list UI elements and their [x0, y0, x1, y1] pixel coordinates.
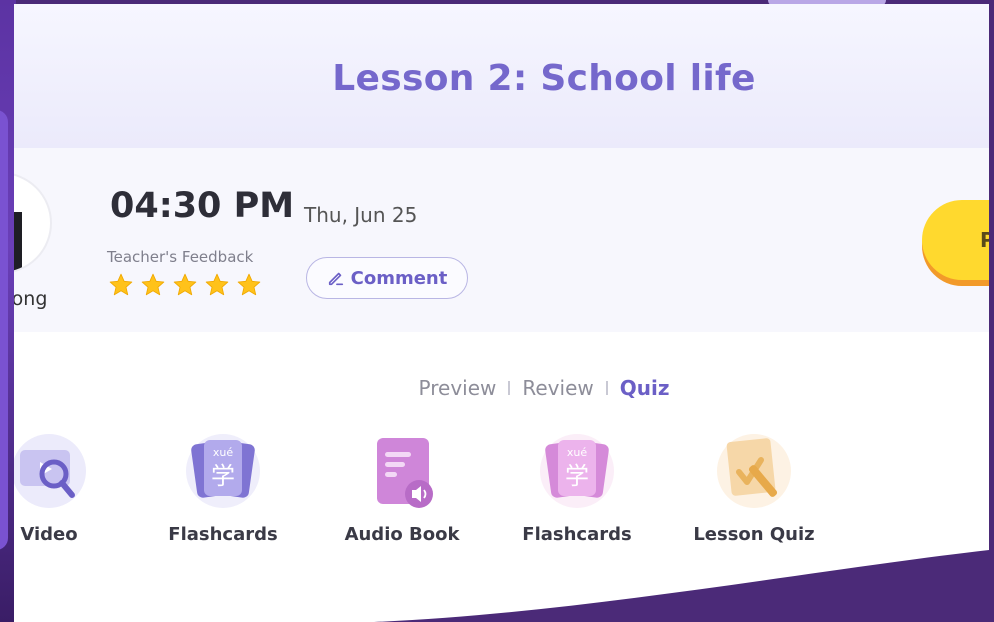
activity-label: Flashcards: [168, 524, 278, 545]
flashcard-pinyin: xué: [213, 446, 233, 459]
lesson-card: Lesson 2: School life Wong 04:30 PM Thu,…: [14, 4, 989, 622]
star-icon: [172, 272, 198, 298]
lesson-title: Lesson 2: School life: [332, 58, 756, 99]
activity-label: Audio Book: [344, 524, 460, 545]
activity-video[interactable]: Video: [14, 432, 114, 545]
audio-book-icon: [363, 432, 441, 510]
flashcards-icon: xué 学: [538, 432, 616, 510]
activity-lesson-quiz[interactable]: Lesson Quiz: [689, 432, 819, 545]
star-icon: [236, 272, 262, 298]
feedback-label: Teacher's Feedback: [107, 248, 254, 266]
activity-flashcards-2[interactable]: xué 学 Flashcards: [512, 432, 642, 545]
session-date: Thu, Jun 25: [304, 203, 418, 227]
tab-separator: [606, 381, 608, 395]
activity-label: Lesson Quiz: [693, 524, 815, 545]
comment-label: Comment: [350, 267, 448, 289]
tab-review[interactable]: Review: [522, 376, 593, 400]
lesson-quiz-icon: [715, 432, 793, 510]
rating-stars: [108, 272, 262, 298]
lesson-tabs: Preview Review Quiz: [14, 376, 989, 400]
pencil-icon: [327, 269, 345, 287]
activity-flashcards[interactable]: xué 学 Flashcards: [158, 432, 288, 545]
lesson-header: Lesson 2: School life: [14, 4, 989, 148]
session-info: Wong 04:30 PM Thu, Jun 25 Teacher's Feed…: [14, 148, 989, 332]
session-time: 04:30 PM: [110, 186, 295, 226]
avatar-hair: [14, 212, 22, 272]
tab-separator: [508, 381, 510, 395]
star-icon: [140, 272, 166, 298]
side-panel-tab[interactable]: [0, 110, 8, 550]
star-icon: [108, 272, 134, 298]
comment-button[interactable]: Comment: [306, 257, 468, 299]
flashcard-pinyin: xué: [567, 446, 587, 459]
star-icon: [204, 272, 230, 298]
flashcard-hanzi: 学: [565, 462, 589, 490]
flashcards-icon: xué 学: [184, 432, 262, 510]
flashcard-hanzi: 学: [211, 462, 235, 490]
activity-label: Video: [20, 524, 78, 545]
tab-quiz[interactable]: Quiz: [620, 376, 670, 400]
teacher-avatar[interactable]: [14, 172, 52, 274]
activity-label: Flashcards: [522, 524, 632, 545]
primary-action-label: P: [980, 228, 989, 252]
video-search-icon: [14, 432, 88, 510]
teacher-name: Wong: [14, 288, 48, 310]
activity-audio-book[interactable]: Audio Book: [337, 432, 467, 545]
tab-preview[interactable]: Preview: [419, 376, 497, 400]
